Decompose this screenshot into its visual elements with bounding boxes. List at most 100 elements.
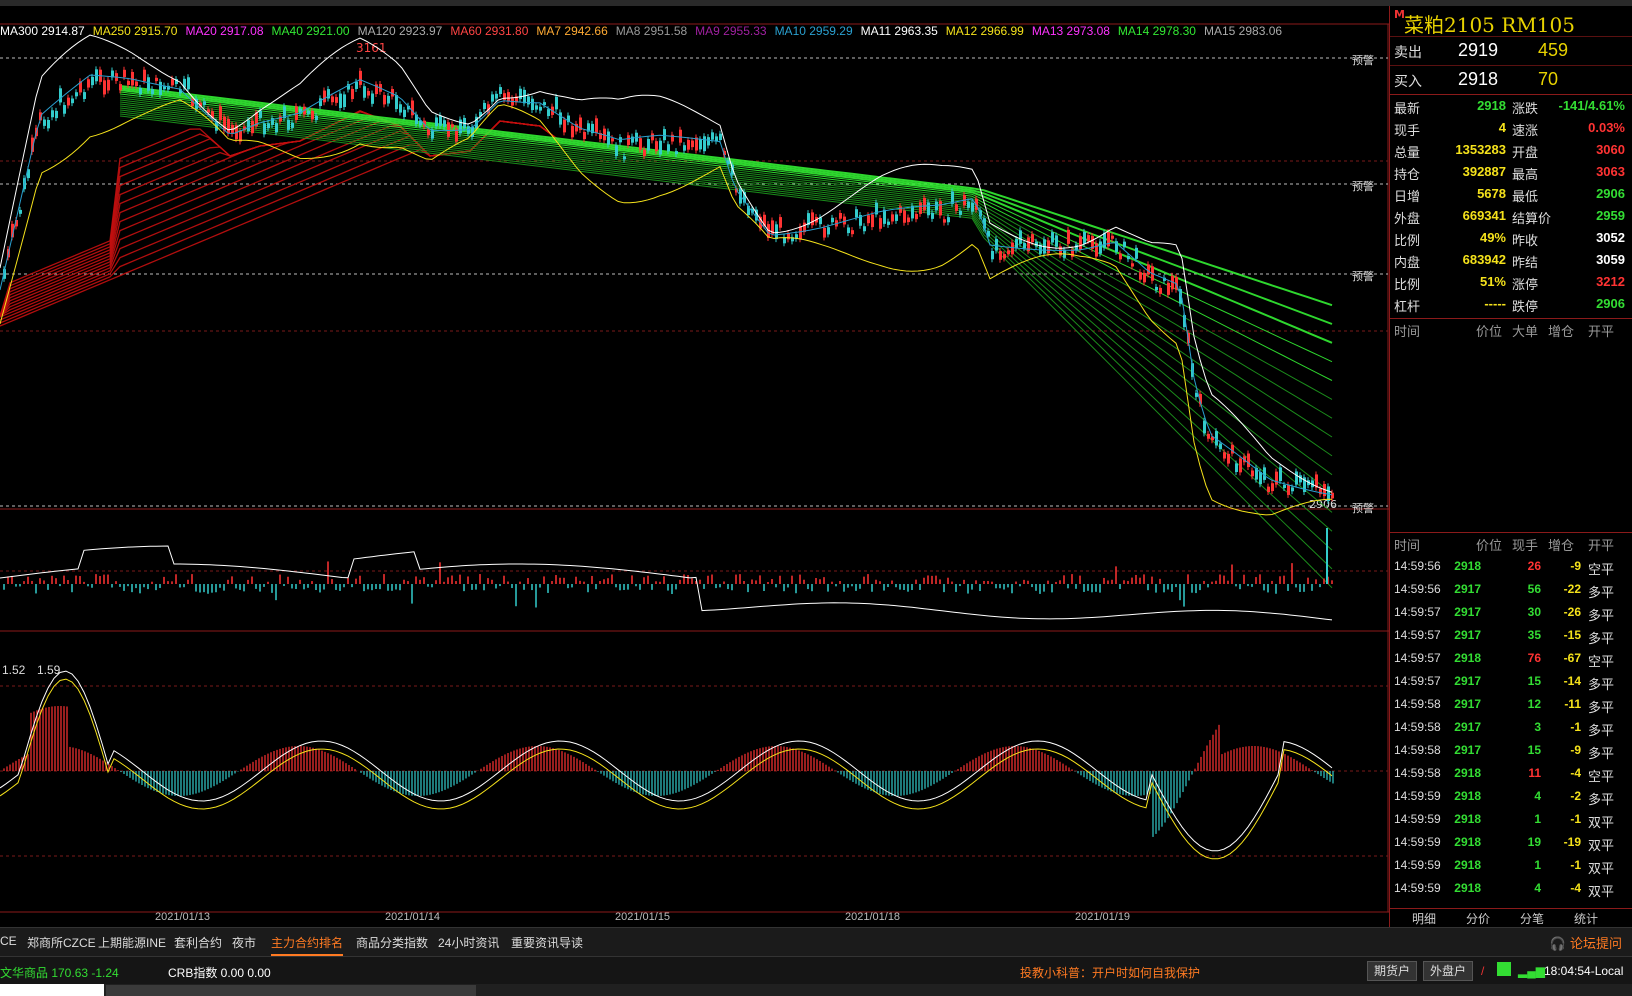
candle: [647, 139, 650, 151]
chart-canvas[interactable]: 预警预警预警预警31612906: [0, 6, 1389, 913]
tick-cell: 14:59:58: [1394, 743, 1441, 757]
date-label: 2021/01/15: [615, 911, 671, 923]
side-tab-detail[interactable]: 明细: [1412, 910, 1436, 927]
tick-cell: 多平: [1588, 631, 1615, 646]
candle: [127, 80, 130, 85]
futures-account-button[interactable]: 期货户: [1367, 961, 1418, 981]
tick-row[interactable]: 14:59:57 2917 30 -26 多平: [1390, 600, 1632, 624]
nav-tab[interactable]: 上期能源INE: [98, 934, 166, 951]
buy-quote-row: 买入 2918 70: [1390, 65, 1632, 94]
tick-row[interactable]: 14:59:58 2918 11 -4 空平: [1390, 761, 1632, 785]
candle: [1007, 250, 1010, 255]
overseas-account-button[interactable]: 外盘户: [1423, 961, 1474, 981]
tick-row[interactable]: 14:59:58 2917 15 -9 多平: [1390, 738, 1632, 762]
tick-row[interactable]: 14:59:59 2918 1 -1 双平: [1390, 853, 1632, 877]
tick-row[interactable]: 14:59:59 2918 4 -2 多平: [1390, 784, 1632, 808]
side-tab-stats[interactable]: 统计: [1574, 910, 1598, 927]
tick-cell: 多平: [1588, 792, 1615, 807]
tick-cell: 14:59:57: [1394, 628, 1441, 642]
candle: [247, 120, 250, 131]
tick-row[interactable]: 14:59:59 2918 1 -1 双平: [1390, 807, 1632, 831]
candle: [1011, 242, 1014, 255]
tick-cell: -22: [1563, 582, 1581, 596]
nav-tab[interactable]: 24小时资讯: [438, 934, 499, 951]
candle: [831, 217, 834, 223]
tick-cell: 14:59:59: [1394, 835, 1441, 849]
tick-row[interactable]: 14:59:58 2917 12 -11 多平: [1390, 692, 1632, 716]
candle: [75, 92, 78, 97]
candle: [1203, 420, 1206, 434]
candle: [907, 217, 910, 223]
candle: [595, 118, 598, 134]
candle: [1067, 229, 1070, 244]
candle: [403, 109, 406, 117]
side-tab-trades[interactable]: 分笔: [1520, 910, 1544, 927]
nav-tab[interactable]: 夜市: [232, 934, 256, 951]
candle: [1135, 247, 1138, 259]
candle: [955, 204, 958, 211]
tick-row[interactable]: 14:59:57 2918 76 -67 空平: [1390, 646, 1632, 670]
big-order-header: 时间 价位 大单 增仓 开平: [1390, 318, 1632, 339]
candle: [203, 101, 206, 106]
candle: [227, 118, 230, 134]
stat-row: 日增 5678 最低 2906: [1390, 183, 1632, 205]
candle: [499, 87, 502, 95]
ma-line: [119, 105, 1333, 494]
nav-tab[interactable]: 套利合约: [174, 934, 222, 951]
tick-row[interactable]: 14:59:58 2917 3 -1 多平: [1390, 715, 1632, 739]
ma-legend-item: MA250 2915.70: [92, 24, 178, 38]
candle: [1287, 484, 1290, 495]
candle: [667, 144, 670, 152]
candle: [359, 70, 362, 85]
tick-row[interactable]: 14:59:59 2918 4 -4 双平: [1390, 876, 1632, 900]
tick-row[interactable]: 14:59:57 2917 35 -15 多平: [1390, 623, 1632, 647]
header-price: 价位: [1476, 324, 1503, 339]
side-tab-price[interactable]: 分价: [1466, 910, 1490, 927]
candle: [1259, 471, 1262, 485]
nav-tab[interactable]: 郑商所CZCE: [27, 934, 96, 951]
chart-area[interactable]: 预警 预警 预警 预警 3161 2906 MA300 2914.87 MA250 2915…: [0, 6, 1389, 913]
stat-row: 杠杆 ----- 跌停 2906: [1390, 293, 1632, 315]
tick-row[interactable]: 14:59:57 2917 15 -14 多平: [1390, 669, 1632, 693]
nav-tab[interactable]: 重要资讯导读: [511, 934, 583, 951]
nav-tab[interactable]: CE: [0, 934, 17, 948]
stat-label: 昨收: [1512, 233, 1539, 248]
stat-value: 2906: [1596, 296, 1625, 311]
candle: [1087, 235, 1090, 242]
headset-icon: 🎧: [1549, 937, 1566, 952]
tick-cell: -19: [1563, 835, 1581, 849]
tick-cell: 2917: [1454, 743, 1481, 757]
candle: [927, 202, 930, 216]
nav-tab[interactable]: 主力合约排名: [271, 934, 344, 956]
quote-panel: M 菜粕2105 RM105 卖出 2919 459 买入 2918 70 最新…: [1389, 6, 1632, 927]
tick-cell: 2918: [1454, 858, 1481, 872]
clock-time: 18:04:54-Local: [1544, 964, 1624, 978]
candle: [1251, 470, 1254, 477]
tick-row[interactable]: 14:59:56 2917 56 -22 多平: [1390, 577, 1632, 601]
candle: [447, 122, 450, 137]
nav-tab[interactable]: 商品分类指数: [356, 934, 428, 951]
tick-row[interactable]: 14:59:59 2918 19 -19 双平: [1390, 830, 1632, 854]
tick-cell: -4: [1570, 766, 1581, 780]
contract-title-row[interactable]: M 菜粕2105 RM105: [1390, 6, 1632, 37]
candle: [639, 138, 642, 150]
ma-legend: MA300 2914.87 MA250 2915.70 MA20 2917.08 MA…: [0, 24, 1290, 42]
warn-label: 预警: [1352, 53, 1374, 67]
tick-row[interactable]: 14:59:56 2918 26 -9 空平: [1390, 554, 1632, 578]
stat-label: 持仓: [1394, 167, 1421, 182]
candle: [559, 112, 562, 125]
candle: [883, 209, 886, 224]
date-label: 2021/01/14: [385, 911, 441, 923]
forum-link[interactable]: 🎧 论坛提问: [1550, 933, 1622, 952]
candle: [275, 123, 278, 133]
candle: [1219, 443, 1222, 449]
buy-label: 买入: [1394, 73, 1422, 89]
candle: [307, 110, 310, 114]
candle: [1079, 236, 1082, 250]
candle: [823, 227, 826, 238]
candle: [451, 124, 454, 128]
tick-cell: 76: [1527, 651, 1541, 665]
candle: [695, 137, 698, 151]
tick-cell: -4: [1570, 881, 1581, 895]
promo-link[interactable]: 投教小科普：开户时如何自我保护: [1020, 964, 1200, 981]
